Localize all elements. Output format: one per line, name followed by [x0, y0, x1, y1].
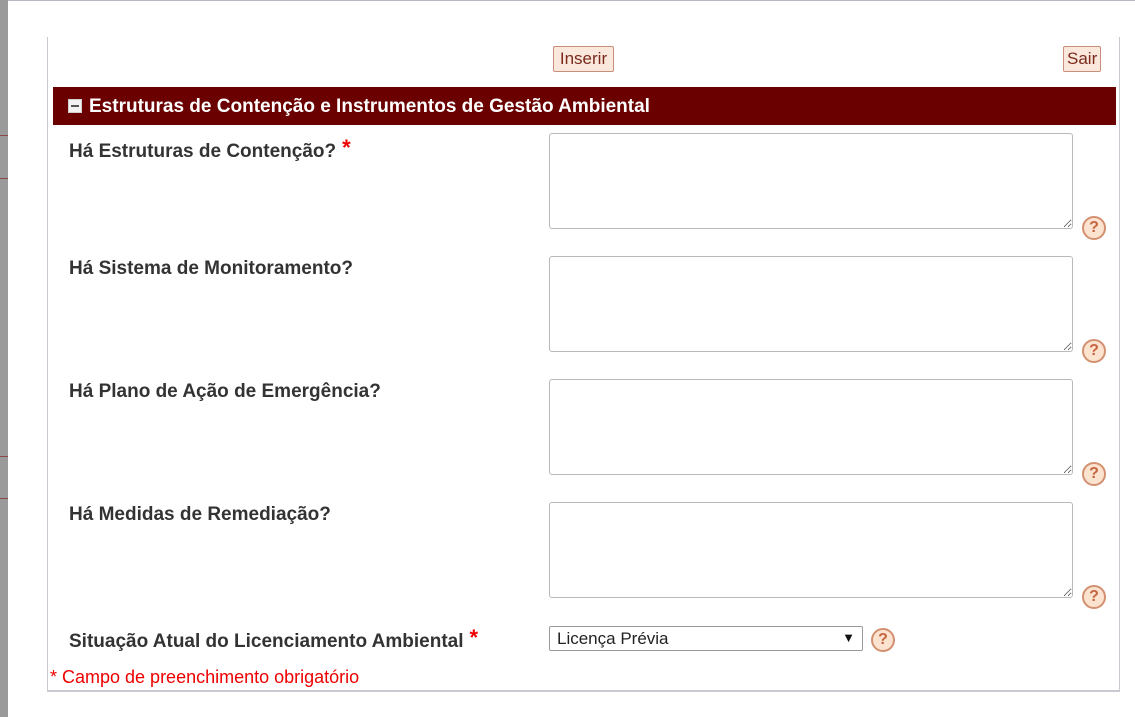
field-label-text: Há Estruturas de Contenção?	[69, 141, 337, 162]
required-marker: *	[469, 625, 479, 650]
edge-tick	[0, 498, 8, 499]
required-marker: *	[342, 135, 351, 160]
monitoring-system-textarea[interactable]	[549, 256, 1073, 352]
remediation-measures-label: Há Medidas de Remediação?	[69, 504, 331, 526]
exit-button[interactable]: Sair	[1063, 46, 1101, 72]
help-icon[interactable]: ?	[1082, 462, 1106, 486]
field-label-text: Há Medidas de Remediação?	[69, 504, 331, 525]
insert-button[interactable]: Inserir	[553, 46, 614, 72]
emergency-plan-textarea[interactable]	[549, 379, 1073, 475]
field-label-text: Há Plano de Ação de Emergência?	[69, 381, 381, 402]
licensing-status-label: Situação Atual do Licenciamento Ambienta…	[69, 625, 478, 657]
help-icon[interactable]: ?	[1082, 216, 1106, 240]
section-title: Estruturas de Contenção e Instrumentos d…	[89, 96, 650, 117]
emergency-plan-label: Há Plano de Ação de Emergência?	[69, 381, 381, 403]
licensing-status-select[interactable]: Licença Prévia ▼	[549, 626, 863, 651]
edge-tick	[0, 135, 8, 136]
edge-tick	[0, 456, 8, 457]
help-icon[interactable]: ?	[1082, 339, 1106, 363]
remediation-measures-textarea[interactable]	[549, 502, 1073, 598]
select-value: Licença Prévia	[557, 629, 669, 648]
containment-structures-textarea[interactable]	[549, 133, 1073, 229]
field-label-text: Situação Atual do Licenciamento Ambienta…	[69, 631, 464, 652]
containment-structures-label: Há Estruturas de Contenção? *	[69, 135, 351, 167]
help-icon[interactable]: ?	[871, 628, 895, 652]
chevron-down-icon[interactable]: ▼	[842, 630, 855, 645]
edge-tick	[0, 178, 8, 179]
form-panel: Inserir Sair Estruturas de Contenção e I…	[47, 37, 1120, 692]
help-icon[interactable]: ?	[1082, 585, 1106, 609]
required-footnote: * Campo de preenchimento obrigatório	[50, 667, 360, 687]
monitoring-system-label: Há Sistema de Monitoramento?	[69, 258, 353, 280]
field-label-text: Há Sistema de Monitoramento?	[69, 258, 353, 279]
window-left-edge	[0, 0, 8, 717]
section-header[interactable]: Estruturas de Contenção e Instrumentos d…	[53, 87, 1116, 125]
window-top-border	[8, 0, 1135, 1]
collapse-minus-icon[interactable]	[68, 99, 82, 113]
